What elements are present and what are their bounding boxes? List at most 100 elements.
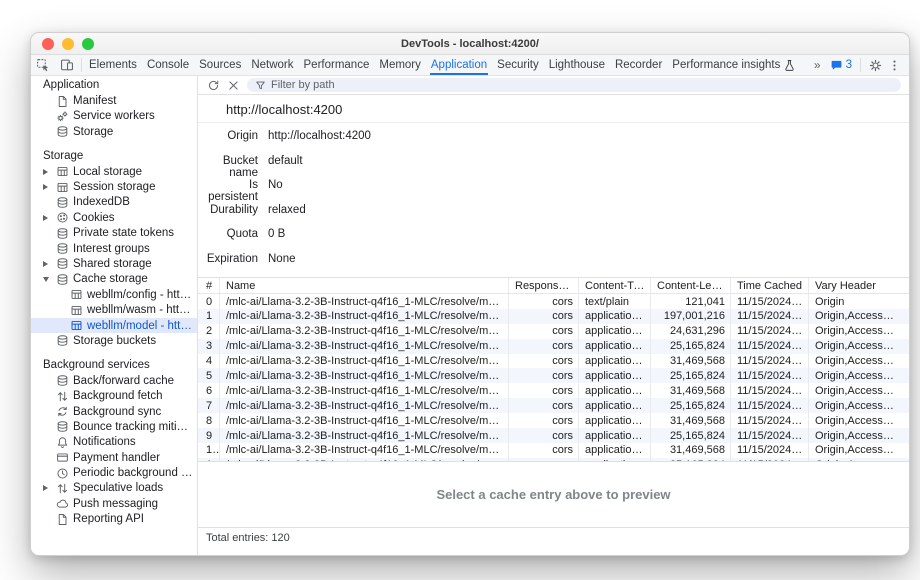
title-bar: DevTools - localhost:4200/ bbox=[31, 33, 909, 55]
cell-response-type: cors bbox=[509, 368, 579, 383]
tab-memory[interactable]: Memory bbox=[374, 55, 426, 75]
sidebar-item-periodic-background-sync[interactable]: Periodic background sync bbox=[31, 465, 197, 480]
cookie-icon bbox=[56, 211, 73, 224]
cell-name: /mlc-ai/Llama-3.2-3B-Instruct-q4f16_1-ML… bbox=[220, 354, 509, 369]
minimize-window-button[interactable] bbox=[62, 38, 74, 50]
kebab-menu-button[interactable] bbox=[888, 59, 901, 72]
device-toolbar-button[interactable] bbox=[55, 55, 79, 75]
refresh-button[interactable] bbox=[207, 79, 220, 92]
table-row[interactable]: 8/mlc-ai/Llama-3.2-3B-Instruct-q4f16_1-M… bbox=[198, 413, 909, 428]
sidebar-item-payment-handler[interactable]: Payment handler bbox=[31, 450, 197, 465]
database-icon bbox=[56, 196, 73, 209]
cell-content-type: application/oc… bbox=[579, 368, 651, 383]
table-row[interactable]: 2/mlc-ai/Llama-3.2-3B-Instruct-q4f16_1-M… bbox=[198, 324, 909, 339]
cell-time-cached: 11/15/2024, 10… bbox=[731, 398, 809, 413]
gears-icon bbox=[56, 110, 73, 123]
tab-performance-insights[interactable]: Performance insights bbox=[667, 55, 801, 75]
sidebar-item-notifications[interactable]: Notifications bbox=[31, 435, 197, 450]
sidebar-item-indexeddb[interactable]: IndexedDB bbox=[31, 195, 197, 210]
tab-label: Console bbox=[147, 59, 189, 71]
tab-elements[interactable]: Elements bbox=[84, 55, 142, 75]
sidebar-item-webllm-wasm[interactable]: webllm/wasm - http://loca… bbox=[31, 302, 197, 317]
sidebar-item-label: Periodic background sync bbox=[73, 467, 197, 479]
sidebar-item-bounce-tracking-mitigations[interactable]: Bounce tracking mitigations bbox=[31, 419, 197, 434]
tab-network[interactable]: Network bbox=[246, 55, 298, 75]
sidebar-item-background-fetch[interactable]: Background fetch bbox=[31, 388, 197, 403]
table-row[interactable]: 0/mlc-ai/Llama-3.2-3B-Instruct-q4f16_1-M… bbox=[198, 294, 909, 309]
column-header-content-length[interactable]: Content-Length bbox=[651, 278, 731, 293]
sidebar-item-speculative-loads[interactable]: Speculative loads bbox=[31, 481, 197, 496]
table-row[interactable]: 6/mlc-ai/Llama-3.2-3B-Instruct-q4f16_1-M… bbox=[198, 383, 909, 398]
sidebar-item-storage-buckets[interactable]: Storage buckets bbox=[31, 333, 197, 348]
sidebar-item-manifest[interactable]: Manifest bbox=[31, 93, 197, 108]
tab-application[interactable]: Application bbox=[426, 55, 492, 75]
column-header-response-type[interactable]: Response-Type bbox=[509, 278, 579, 293]
metadata-row-is-persistent: Is persistentNo bbox=[198, 179, 909, 204]
sidebar-item-webllm-config[interactable]: webllm/config - http://loc… bbox=[31, 287, 197, 302]
table-row[interactable]: 3/mlc-ai/Llama-3.2-3B-Instruct-q4f16_1-M… bbox=[198, 339, 909, 354]
table-row[interactable]: 1/mlc-ai/Llama-3.2-3B-Instruct-q4f16_1-M… bbox=[198, 309, 909, 324]
column-header-time-cached[interactable]: Time Cached bbox=[731, 278, 809, 293]
chevron-right-icon[interactable] bbox=[43, 215, 48, 221]
cell-index: 4 bbox=[198, 354, 220, 369]
column-header-content-type[interactable]: Content-Type bbox=[579, 278, 651, 293]
sidebar-item-label: Speculative loads bbox=[73, 482, 167, 494]
console-messages-button[interactable]: 3 bbox=[830, 59, 852, 71]
sidebar-item-shared-storage[interactable]: Shared storage bbox=[31, 256, 197, 271]
sidebar-item-cookies[interactable]: Cookies bbox=[31, 210, 197, 225]
tab-console[interactable]: Console bbox=[142, 55, 194, 75]
table-row[interactable]: 10/mlc-ai/Llama-3.2-3B-Instruct-q4f16_1-… bbox=[198, 443, 909, 458]
tab-lighthouse[interactable]: Lighthouse bbox=[544, 55, 610, 75]
tab-performance[interactable]: Performance bbox=[299, 55, 375, 75]
cell-content-length: 24,631,296 bbox=[651, 324, 731, 339]
sidebar-item-back-forward-cache[interactable]: Back/forward cache bbox=[31, 373, 197, 388]
table-row[interactable]: 7/mlc-ai/Llama-3.2-3B-Instruct-q4f16_1-M… bbox=[198, 398, 909, 413]
settings-gear-button[interactable] bbox=[869, 59, 882, 72]
sidebar-item-cache-storage[interactable]: Cache storage bbox=[31, 272, 197, 287]
zoom-window-button[interactable] bbox=[82, 38, 94, 50]
cell-name: /mlc-ai/Llama-3.2-3B-Instruct-q4f16_1-ML… bbox=[220, 383, 509, 398]
cell-time-cached: 11/15/2024, 10… bbox=[731, 413, 809, 428]
clear-button[interactable] bbox=[227, 79, 240, 92]
filter-input[interactable]: Filter by path bbox=[247, 78, 901, 92]
chevron-right-icon[interactable] bbox=[43, 184, 48, 190]
chevron-right-icon[interactable] bbox=[43, 485, 48, 491]
cell-index: 1 bbox=[198, 309, 220, 324]
sidebar-item-local-storage[interactable]: Local storage bbox=[31, 164, 197, 179]
sidebar-item-background-sync[interactable]: Background sync bbox=[31, 404, 197, 419]
column-header-index[interactable]: # bbox=[198, 278, 220, 293]
column-header-vary-header[interactable]: Vary Header bbox=[809, 278, 909, 293]
more-tabs-button[interactable]: » bbox=[811, 58, 824, 72]
cell-time-cached: 11/15/2024, 10… bbox=[731, 368, 809, 383]
sidebar-item-storage[interactable]: Storage bbox=[31, 124, 197, 139]
tab-security[interactable]: Security bbox=[492, 55, 544, 75]
cell-content-type: application/oc… bbox=[579, 398, 651, 413]
cell-content-length: 197,001,216 bbox=[651, 309, 731, 324]
table-row[interactable]: 9/mlc-ai/Llama-3.2-3B-Instruct-q4f16_1-M… bbox=[198, 428, 909, 443]
close-window-button[interactable] bbox=[42, 38, 54, 50]
metadata-row-durability: Durabilityrelaxed bbox=[198, 204, 909, 229]
sidebar-item-private-state-tokens[interactable]: Private state tokens bbox=[31, 226, 197, 241]
cell-time-cached: 11/15/2024, 10… bbox=[731, 443, 809, 458]
chevron-down-icon[interactable] bbox=[43, 277, 49, 282]
sidebar-item-service-workers[interactable]: Service workers bbox=[31, 109, 197, 124]
sidebar-item-push-messaging[interactable]: Push messaging bbox=[31, 496, 197, 511]
chevron-right-icon[interactable] bbox=[43, 169, 48, 175]
table-row[interactable]: 4/mlc-ai/Llama-3.2-3B-Instruct-q4f16_1-M… bbox=[198, 354, 909, 369]
cloud-icon bbox=[56, 497, 73, 510]
devtools-content: ApplicationManifestService workersStorag… bbox=[31, 76, 909, 556]
cell-name: /mlc-ai/Llama-3.2-3B-Instruct-q4f16_1-ML… bbox=[220, 443, 509, 458]
sidebar-item-interest-groups[interactable]: Interest groups bbox=[31, 241, 197, 256]
tab-recorder[interactable]: Recorder bbox=[610, 55, 667, 75]
chevron-right-icon[interactable] bbox=[43, 261, 48, 267]
sidebar-item-webllm-model[interactable]: webllm/model - http://loc… bbox=[31, 318, 197, 333]
table-row[interactable]: 5/mlc-ai/Llama-3.2-3B-Instruct-q4f16_1-M… bbox=[198, 368, 909, 383]
tab-sources[interactable]: Sources bbox=[194, 55, 246, 75]
inspect-element-button[interactable] bbox=[31, 55, 55, 75]
sidebar-item-reporting-api[interactable]: Reporting API bbox=[31, 512, 197, 527]
filter-icon bbox=[255, 80, 266, 91]
sidebar-item-session-storage[interactable]: Session storage bbox=[31, 179, 197, 194]
tab-label: Security bbox=[497, 59, 539, 71]
column-header-name[interactable]: Name bbox=[220, 278, 509, 293]
cell-vary-header: Origin,Access… bbox=[809, 368, 909, 383]
